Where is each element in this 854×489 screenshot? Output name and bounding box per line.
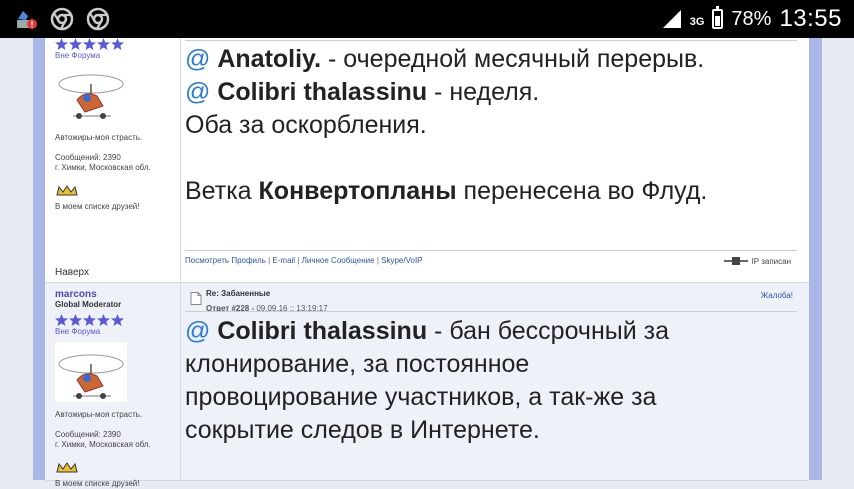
- view-profile-link[interactable]: Посмотреть Профиль: [185, 256, 266, 265]
- forum-post: Вне Форума Автожиры-моя страсть. Сообщен…: [45, 38, 809, 283]
- text-line: - бан бессрочный за: [427, 317, 670, 345]
- mention-at[interactable]: @: [185, 78, 210, 106]
- chrome-icon: [86, 7, 110, 31]
- star-icon: [69, 38, 82, 50]
- online-status: Вне Форума: [55, 327, 101, 336]
- post-author-panel: Вне Форума Автожиры-моя страсть. Сообщен…: [45, 38, 181, 282]
- star-icon: [111, 38, 124, 50]
- post-body: @ Anatoliy. - очередной месячный перерыв…: [185, 38, 809, 282]
- online-status: Вне Форума: [55, 51, 101, 60]
- text-line: сокрытие следов в Интернете.: [185, 416, 540, 444]
- message-count: Сообщений: 2390: [55, 153, 121, 162]
- text-line: Ветка: [185, 177, 259, 205]
- post-author-panel: marcons Global Moderator Вне Форума Авто…: [45, 283, 181, 488]
- user-motto: Автожиры-моя страсть.: [55, 133, 143, 142]
- friend-badge-icon: [56, 462, 78, 473]
- text-line: - очередной месячный перерыв.: [321, 45, 705, 73]
- friend-badge-icon: [56, 185, 78, 196]
- user-motto: Автожиры-моя страсть.: [55, 410, 143, 419]
- username-mention: Colibri thalassinu: [217, 78, 428, 106]
- post-text: @ Colibri thalassinu - бан бессрочный за…: [185, 315, 669, 447]
- star-icon: [97, 314, 110, 326]
- app-notification-icon: [17, 11, 37, 29]
- post-footer-links: Посмотреть Профиль | E-mail | Личное Соо…: [185, 256, 423, 265]
- right-rail: [809, 38, 822, 480]
- user-location: г. Химки, Московская обл.: [55, 440, 151, 449]
- clock: 13:55: [779, 5, 842, 32]
- star-icon: [97, 38, 110, 50]
- text-line: перенесена во Флуд.: [456, 177, 708, 205]
- text-line: провоцирование участников, а так-же за: [185, 383, 657, 411]
- post-body: Re: Забаненные Ответ #228 - 09.09.16 :: …: [185, 283, 809, 480]
- text-line: Оба за оскорбления.: [185, 111, 427, 139]
- private-message-link[interactable]: Личное Сообщение: [302, 256, 375, 265]
- username-mention: Colibri thalassinu: [217, 317, 428, 345]
- forum-post: marcons Global Moderator Вне Форума Авто…: [45, 283, 809, 488]
- star-icon: [55, 314, 68, 326]
- skype-link[interactable]: Skype/VoIP: [381, 256, 422, 265]
- avatar[interactable]: [55, 62, 127, 122]
- star-icon: [55, 38, 68, 50]
- username-mention: Anatoliy.: [217, 45, 322, 73]
- ip-logged: IP записан: [723, 256, 791, 266]
- mention-at[interactable]: @: [185, 317, 210, 345]
- report-link[interactable]: Жалоба!: [761, 291, 793, 300]
- back-to-top-link[interactable]: Наверх: [55, 267, 89, 278]
- post-icon: [190, 292, 202, 305]
- network-type: 3G: [689, 16, 705, 28]
- text-line: клонирование, за постоянное: [185, 350, 530, 378]
- left-rail: [33, 38, 45, 480]
- star-icon: [83, 314, 96, 326]
- user-location: г. Химки, Московская обл.: [55, 163, 151, 172]
- message-count: Сообщений: 2390: [55, 430, 121, 439]
- rank-stars: [55, 314, 180, 326]
- divider: [185, 311, 797, 312]
- mention-at[interactable]: @: [185, 45, 210, 73]
- chrome-icon: [50, 7, 74, 31]
- rank-stars: [55, 38, 180, 50]
- avatar[interactable]: [55, 342, 127, 402]
- ip-icon: [723, 257, 748, 265]
- signal-icon: [662, 10, 681, 28]
- divider: [185, 250, 797, 251]
- friend-status: В моем списке друзей!: [55, 479, 140, 488]
- ip-logged-label: IP записан: [751, 256, 791, 266]
- star-icon: [111, 314, 124, 326]
- post-text: @ Anatoliy. - очередной месячный перерыв…: [185, 43, 707, 208]
- topic-name: Конвертопланы: [258, 177, 457, 205]
- friend-status: В моем списке друзей!: [55, 202, 140, 211]
- star-icon: [83, 38, 96, 50]
- divider: [185, 40, 797, 41]
- battery-percent: 78%: [731, 7, 772, 30]
- star-icon: [69, 314, 82, 326]
- status-bar: 3G 78% 13:55: [0, 0, 854, 38]
- battery-icon: [712, 6, 724, 29]
- post-subject[interactable]: Re: Забаненные: [206, 289, 328, 298]
- author-role: Global Moderator: [55, 300, 122, 309]
- text-line: - неделя.: [427, 78, 540, 106]
- author-name[interactable]: marcons: [55, 289, 180, 300]
- email-link[interactable]: E-mail: [272, 256, 295, 265]
